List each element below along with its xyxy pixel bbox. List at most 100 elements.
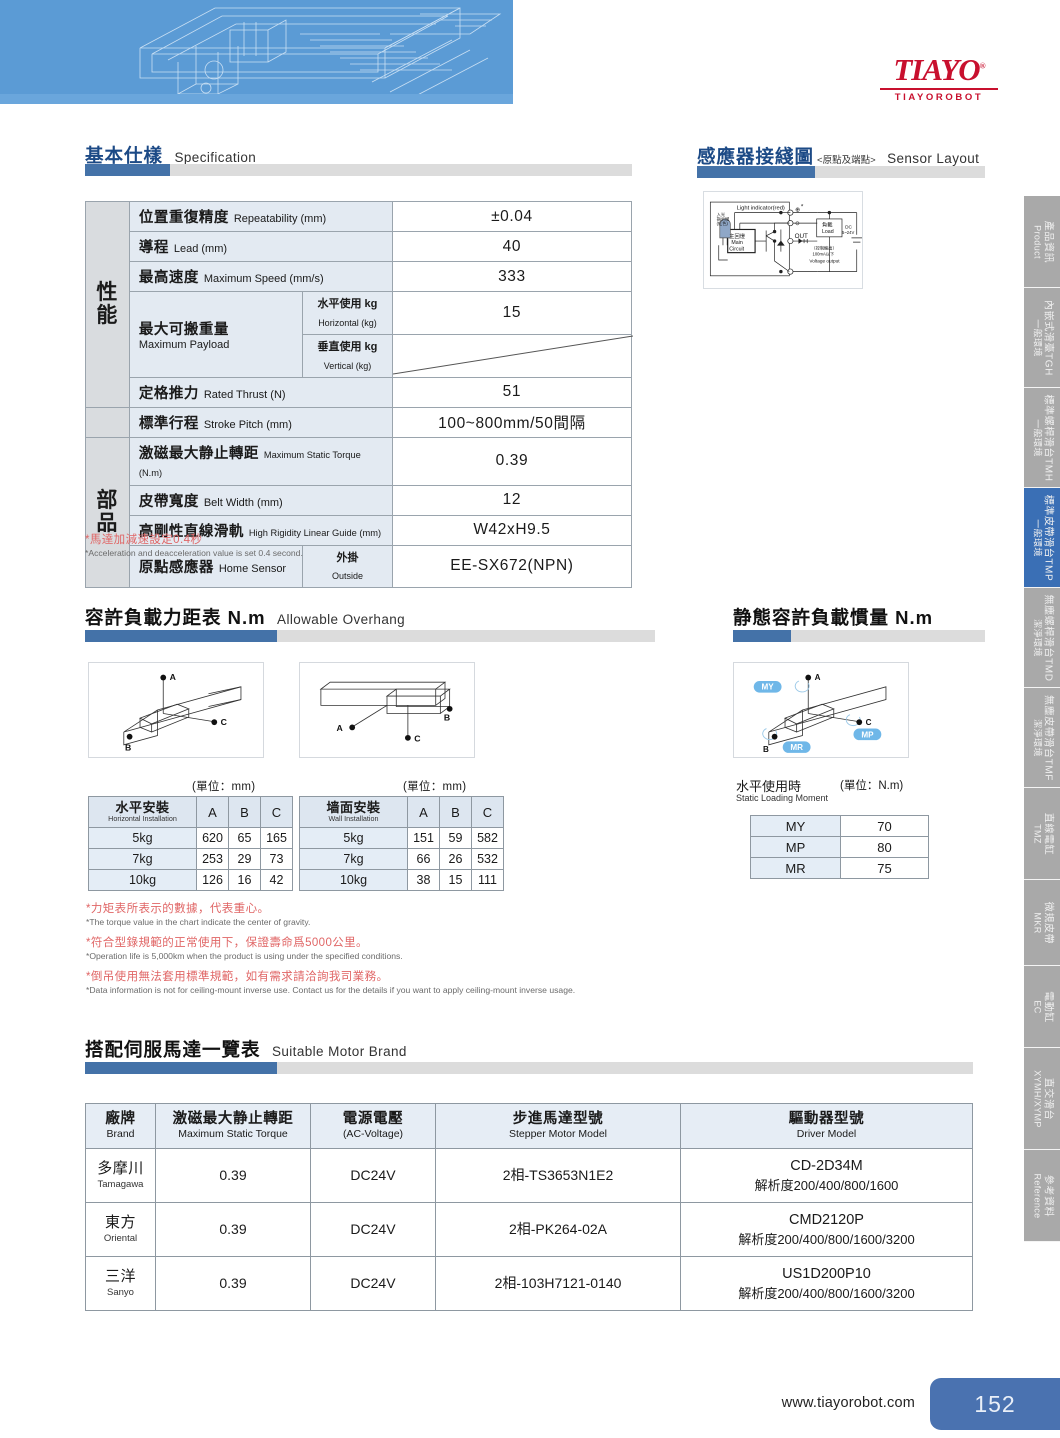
sidebar-item-mkr[interactable]: 微規皮帶 MKR <box>1024 880 1060 966</box>
cell-torque: 0.39 <box>155 1256 311 1312</box>
row-load: 10kg <box>88 869 197 891</box>
svg-text:⊕: ⊕ <box>795 208 800 214</box>
cell-a: 620 <box>196 827 229 849</box>
sidebar-item-tmh[interactable]: 標準螺桿滑台TMH 一般環境 <box>1024 388 1060 488</box>
spec-label-lead: 導程 Lead (mm) <box>128 231 393 262</box>
spec-value-payload-vertical <box>391 333 633 378</box>
table-row: 東方 Oriental 0.39 DC24V 2相-PK264-02A CMD2… <box>85 1202 973 1258</box>
moment-tag-MR: MR <box>782 741 811 753</box>
product-line-art <box>139 7 502 101</box>
svg-text:C: C <box>866 718 872 727</box>
moment-illustration: A C B MY MP MR <box>753 673 887 754</box>
table-row: 墙面安裝 Wall Installation A B C <box>299 796 504 828</box>
static-loading-unit: (單位：N.m) <box>840 780 904 792</box>
horizontal-axis-illustration: A C B <box>123 672 242 753</box>
spec-title-cn: 基本仕樣 <box>85 145 164 166</box>
table-row: 性能 位置重復精度 Repeatability (mm) ±0.04 <box>85 201 633 408</box>
svg-text:Main: Main <box>731 240 742 246</box>
sidebar-item-tmd[interactable]: 無塵螺桿滑台TMD 潔淨環境 <box>1024 588 1060 688</box>
cell-driver-model: CMD2120P 解析度200/400/800/1600/3200 <box>680 1202 973 1258</box>
static-section-title: 静態容許負載慣量 N.m <box>733 604 933 630</box>
cell-c: 165 <box>260 827 293 849</box>
suitable-motor-table: 廠牌 Brand 激磁最大静止轉距 Maximum Static Torque … <box>85 1103 973 1312</box>
sidebar-item-tmz[interactable]: 直線電缸 TMZ <box>1024 788 1060 880</box>
table-row: MY 70 <box>750 815 929 837</box>
spec-title-en: Specification <box>174 150 257 165</box>
group-performance: 性能 <box>85 201 130 408</box>
cell-b: 15 <box>439 869 472 891</box>
col-header-a: A <box>407 796 440 828</box>
spec-section-bar <box>85 164 632 176</box>
spec-value-static-torque: 0.39 <box>391 436 633 486</box>
footer-website-url[interactable]: www.tiayorobot.com <box>782 1395 915 1411</box>
sensor-title-mid: <原點及端點> <box>817 155 876 166</box>
cell-c: 42 <box>260 869 293 891</box>
spec-value-belt-width: 12 <box>391 484 633 516</box>
motor-title-cn: 搭配伺服馬達一覽表 <box>85 1039 261 1060</box>
static-title-cn: 静態容許負載慣量 N.m <box>733 607 934 628</box>
cell-c: 582 <box>471 827 504 849</box>
sidebar-item-product[interactable]: 產品資訊 Product <box>1024 196 1060 288</box>
spec-value-rated-thrust: 51 <box>391 376 633 408</box>
table-row: 部品 激磁最大静止轉距 Maximum Static Torque (N.m) 0… <box>85 436 633 589</box>
cell-a: 151 <box>407 827 440 849</box>
svg-text:Circuit: Circuit <box>729 247 744 253</box>
svg-text:Voltage output: Voltage output <box>809 259 840 265</box>
spec-footnote: *馬達加減速設定0.4秒 *Acceleration and deacceler… <box>85 534 303 558</box>
sensor-schematic: Light indicator(red) ⊕ * ⊖ OUT 主回燈 Main … <box>709 201 862 277</box>
wall-install-header: 墙面安裝 Wall Installation <box>299 796 408 828</box>
table-row: MP 80 <box>750 836 929 858</box>
spec-sublabel-vertical: 垂直使用 kg Vertical (kg) <box>302 333 393 378</box>
table-row: 水平安裝 Horizontal Installation A B C <box>88 796 293 828</box>
sidebar-item-ec[interactable]: 電動缸 EC <box>1024 966 1060 1048</box>
table-row: 多摩川 Tamagawa 0.39 DC24V 2相-TS3653N1E2 CD… <box>85 1147 973 1204</box>
horizontal-overhang-table: 水平安裝 Horizontal Installation A B C 5kg 6… <box>88 796 293 891</box>
cell-driver-model: US1D200P10 解析度200/400/800/1600/3200 <box>680 1256 973 1312</box>
col-header-b: B <box>228 796 261 828</box>
header-motor-model: 步進馬達型號 Stepper Motor Model <box>435 1103 681 1149</box>
cell-motor-model: 2相-TS3653N1E2 <box>435 1147 681 1204</box>
label-B: B <box>125 743 131 753</box>
cell-voltage: DC24V <box>310 1147 436 1204</box>
moment-tag-MP: MP <box>853 728 882 741</box>
spec-label-belt-width: 皮帶寬度 Belt Width (mm) <box>128 484 393 516</box>
svg-text:MP: MP <box>861 730 874 739</box>
svg-text:5~24V: 5~24V <box>842 230 854 235</box>
sidebar-item-reference[interactable]: 參考資料 Reference <box>1024 1150 1060 1242</box>
cell-a: 126 <box>196 869 229 891</box>
spec-value-payload-horizontal: 15 <box>391 291 633 335</box>
table-row: 7kg 253 29 73 <box>88 848 293 870</box>
sidebar-item-tmf[interactable]: 無塵皮帶滑台TMF 潔淨環境 <box>1024 688 1060 788</box>
sidebar-item-tgh[interactable]: 內嵌式滑臺TGH 一般環境 <box>1024 288 1060 388</box>
logo-subtitle: TIAYOROBOT <box>894 92 984 103</box>
header-driver-model: 驅動器型號 Driver Model <box>680 1103 973 1149</box>
header-voltage: 電源電壓 (AC-Voltage) <box>310 1103 436 1149</box>
cell-torque: 0.39 <box>155 1202 311 1258</box>
table-row: 10kg 126 16 42 <box>88 869 293 891</box>
wall-overhang-diagram: B A C <box>299 662 475 758</box>
wall-unit-label: (單位：mm) <box>403 781 467 793</box>
table-row: 10kg 38 15 111 <box>299 869 504 891</box>
table-row: 7kg 66 26 532 <box>299 848 504 870</box>
cell-b: 16 <box>228 869 261 891</box>
cell-c: 111 <box>471 869 504 891</box>
overhang-title-en: Allowable Overhang <box>277 612 406 627</box>
static-loading-diagram: A C B MY MP MR <box>733 662 909 758</box>
static-loading-title-en: Static Loading Moment <box>736 793 829 803</box>
sensor-title-en: Sensor Layout <box>887 151 980 166</box>
svg-text:100mA以下: 100mA以下 <box>812 251 834 257</box>
category-tab-rail: 產品資訊 Product 內嵌式滑臺TGH 一般環境 標準螺桿滑台TMH 一般環境 標… <box>1024 196 1060 1242</box>
cell-a: 38 <box>407 869 440 891</box>
overhang-section-bar <box>85 630 655 642</box>
sidebar-item-tmp[interactable]: 標準皮帶滑台TMP 一般環境 <box>1024 488 1060 588</box>
logo-rule <box>880 88 998 90</box>
spec-value-stroke-pitch: 100~800mm/50間隔 <box>391 406 633 438</box>
svg-text:*: * <box>801 203 804 210</box>
svg-text:MY: MY <box>762 683 775 692</box>
horizontal-unit-label: (單位：mm) <box>192 781 256 793</box>
spec-value-linear-guide: W42xH9.5 <box>391 514 633 546</box>
sidebar-item-xymh-xymp[interactable]: 直交滑台 XYMH/XYMP <box>1024 1048 1060 1150</box>
svg-text:Light indicator(red): Light indicator(red) <box>737 205 785 211</box>
svg-text:⊖: ⊖ <box>795 221 799 227</box>
wall-overhang-table: 墙面安裝 Wall Installation A B C 5kg 151 59 … <box>299 796 504 891</box>
